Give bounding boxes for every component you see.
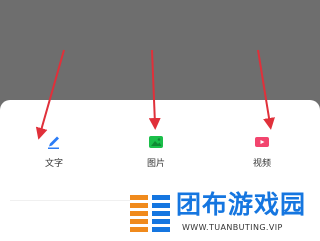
video-icon [255,137,269,147]
video-option[interactable]: 视频 [232,134,292,169]
image-option-label: 图片 [146,159,165,169]
image-option[interactable]: 图片 [126,134,186,169]
pen-icon [48,136,59,149]
text-option[interactable]: 文字 [24,134,84,169]
image-icon [149,136,163,148]
watermark: 团布游戏园 WWW.TUANBUTING.VIP [130,190,316,239]
text-option-label: 文字 [44,159,63,169]
watermark-url: WWW.TUANBUTING.VIP [182,223,283,232]
site-logo-icon [130,195,170,232]
video-option-label: 视频 [252,159,271,169]
divider [10,200,130,201]
watermark-title: 团布游戏园 [176,190,307,219]
